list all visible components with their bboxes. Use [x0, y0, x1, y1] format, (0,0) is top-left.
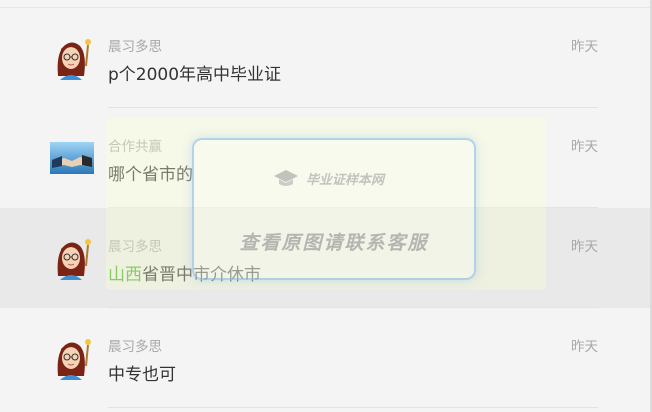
watermark-logo: 毕业证样本网 [272, 166, 384, 190]
message-time: 昨天 [571, 239, 598, 255]
divider [108, 407, 598, 408]
message-item[interactable]: 晨习多思 昨天 中专也可 [0, 308, 650, 408]
message-text: p个2000年高中毕业证 [108, 65, 282, 85]
message-item[interactable]: 晨习多思 昨天 p个2000年高中毕业证 [0, 8, 650, 108]
woman-avatar-icon[interactable] [50, 36, 94, 80]
woman-avatar-icon[interactable] [50, 236, 94, 280]
handshake-avatar-icon[interactable] [50, 136, 94, 180]
watermark-logo-text: 毕业证样本网 [306, 172, 385, 188]
message-time: 昨天 [571, 139, 598, 155]
woman-avatar-icon[interactable] [50, 336, 94, 380]
message-time: 昨天 [571, 39, 598, 55]
graduation-cap-icon [274, 170, 298, 186]
sender-name: 晨习多思 [108, 39, 162, 55]
watermark-text: 查看原图请联系客服 [239, 232, 429, 254]
message-time: 昨天 [571, 339, 598, 355]
sender-name: 晨习多思 [108, 339, 162, 355]
message-text: 中专也可 [108, 365, 176, 385]
watermark-box [192, 138, 476, 280]
